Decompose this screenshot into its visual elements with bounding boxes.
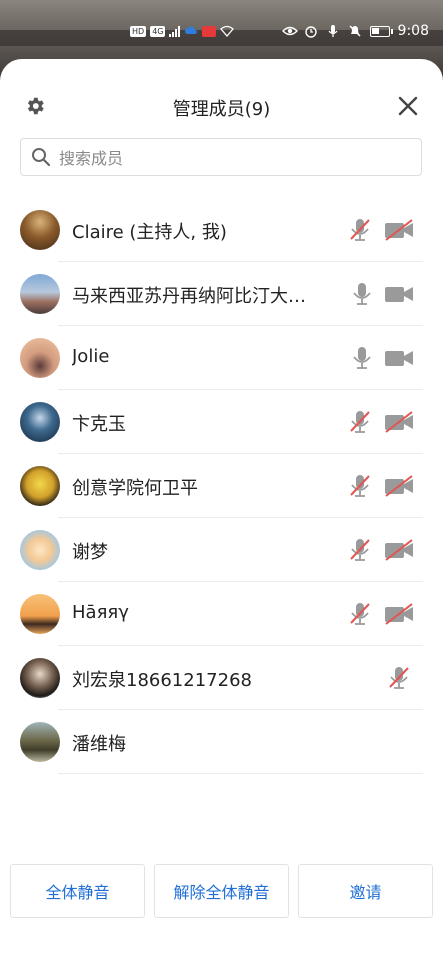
camera-off-icon[interactable] <box>384 410 414 434</box>
member-row[interactable]: Jolie <box>0 326 443 390</box>
eye-icon <box>281 24 298 38</box>
camera-off-icon[interactable] <box>384 602 414 626</box>
close-icon[interactable] <box>398 96 418 116</box>
member-list: Claire (主持人, 我) 马来西亚苏丹再纳阿比汀大… Jolie 卞克玉 <box>0 198 443 774</box>
search-box[interactable] <box>20 138 422 177</box>
invite-button[interactable]: 邀请 <box>298 864 433 918</box>
alarm-icon <box>304 24 318 38</box>
microphone-icon[interactable] <box>351 281 373 307</box>
microphone-icon[interactable] <box>351 345 373 371</box>
camera-off-icon[interactable] <box>384 538 414 562</box>
member-name: Jolie <box>72 346 110 367</box>
member-name: 刘宏泉18661217268 <box>72 670 252 691</box>
microphone-status-icon <box>326 24 340 38</box>
manage-members-sheet: 管理成员(9) Claire (主持人, 我) 马来西亚苏丹再纳阿比汀大… <box>0 59 443 960</box>
avatar <box>20 402 60 442</box>
camera-off-icon[interactable] <box>384 218 414 242</box>
muted-microphone-icon[interactable] <box>349 537 371 563</box>
status-bar: HD 4G 9:08 <box>0 20 443 44</box>
clock: 9:08 <box>397 23 429 39</box>
search-input[interactable] <box>57 139 411 177</box>
member-name: 谢梦 <box>72 542 108 563</box>
cloud-icon <box>184 24 198 38</box>
member-row[interactable]: Claire (主持人, 我) <box>0 198 443 262</box>
member-row[interactable]: 马来西亚苏丹再纳阿比汀大… <box>0 262 443 326</box>
member-row[interactable]: 创意学院何卫平 <box>0 454 443 518</box>
wifi-icon <box>220 24 235 38</box>
member-row[interactable]: 谢梦 <box>0 518 443 582</box>
member-name: 创意学院何卫平 <box>72 478 198 499</box>
app-notification-icon <box>202 25 217 37</box>
avatar <box>20 658 60 698</box>
avatar <box>20 274 60 314</box>
muted-microphone-icon[interactable] <box>388 665 410 691</box>
signal-icon <box>169 25 181 37</box>
silent-bell-icon <box>348 24 362 38</box>
camera-icon[interactable] <box>384 346 414 370</box>
member-name: Hāяяγ <box>72 602 129 623</box>
muted-microphone-icon[interactable] <box>349 601 371 627</box>
avatar <box>20 338 60 378</box>
member-row[interactable]: 卞克玉 <box>0 390 443 454</box>
battery-icon <box>369 25 393 37</box>
footer-actions: 全体静音 解除全体静音 邀请 <box>0 864 443 918</box>
member-name: Claire (主持人, 我) <box>72 222 227 243</box>
member-name: 卞克玉 <box>72 414 126 435</box>
camera-icon[interactable] <box>384 282 414 306</box>
avatar <box>20 210 60 250</box>
unmute-all-button[interactable]: 解除全体静音 <box>154 864 289 918</box>
mute-all-button[interactable]: 全体静音 <box>10 864 145 918</box>
member-row[interactable]: 潘维梅 <box>0 710 443 774</box>
member-name: 马来西亚苏丹再纳阿比汀大… <box>72 286 306 307</box>
member-row[interactable]: 刘宏泉18661217268 <box>0 646 443 710</box>
hd-indicator: HD <box>130 25 147 37</box>
network-4g-indicator: 4G <box>150 25 166 37</box>
avatar <box>20 466 60 506</box>
muted-microphone-icon[interactable] <box>349 217 371 243</box>
muted-microphone-icon[interactable] <box>349 409 371 435</box>
avatar <box>20 594 60 634</box>
avatar <box>20 722 60 762</box>
avatar <box>20 530 60 570</box>
member-row[interactable]: Hāяяγ <box>0 582 443 646</box>
camera-off-icon[interactable] <box>384 474 414 498</box>
muted-microphone-icon[interactable] <box>349 473 371 499</box>
page-title: 管理成员(9) <box>172 99 271 120</box>
search-icon <box>31 147 51 167</box>
member-name: 潘维梅 <box>72 734 126 755</box>
